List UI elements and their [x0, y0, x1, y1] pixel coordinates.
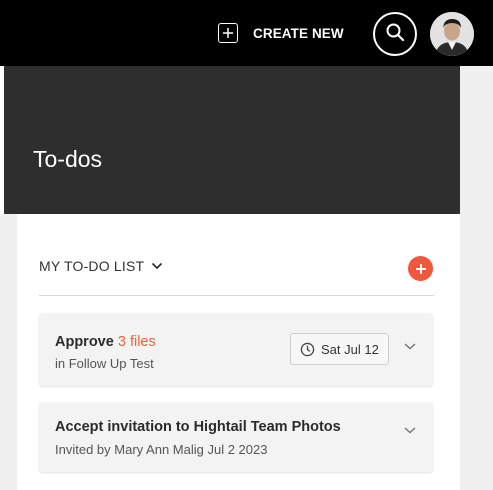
- plus-icon: [218, 23, 238, 43]
- files-link[interactable]: 3 files: [118, 334, 156, 350]
- chevron-down-icon[interactable]: [402, 338, 418, 354]
- chevron-down-icon[interactable]: [402, 422, 418, 438]
- todo-item-subtitle: Invited by Mary Ann Malig Jul 2 2023: [55, 442, 268, 457]
- page-banner: To-dos: [4, 66, 460, 214]
- todo-item[interactable]: Accept invitation to Hightail Team Photo…: [39, 402, 433, 472]
- due-date-button[interactable]: Sat Jul 12: [290, 333, 389, 365]
- todo-item[interactable]: Approve 3 files in Follow Up Test Sat Ju…: [39, 313, 433, 386]
- user-avatar[interactable]: [430, 12, 474, 56]
- top-navigation-bar: CREATE NEW: [0, 0, 493, 66]
- chevron-down-icon: [151, 262, 163, 270]
- page-title: To-dos: [33, 146, 103, 172]
- todo-item-title: Accept invitation to Hightail Team Photo…: [55, 419, 341, 435]
- divider: [39, 295, 434, 296]
- background-gutter-left: [0, 214, 17, 490]
- search-button[interactable]: [373, 12, 417, 56]
- background-gutter-right: [460, 66, 493, 490]
- todo-item-subtitle: in Follow Up Test: [55, 356, 154, 371]
- todo-list-dropdown[interactable]: MY TO-DO LIST: [39, 258, 163, 274]
- todo-list-title: MY TO-DO LIST: [39, 258, 145, 274]
- search-icon: [385, 22, 405, 47]
- due-date-text: Sat Jul 12: [321, 341, 379, 357]
- create-new-button[interactable]: CREATE NEW: [218, 21, 344, 45]
- create-new-label: CREATE NEW: [253, 25, 344, 41]
- todo-item-title: Approve 3 files: [55, 334, 156, 350]
- todo-panel: MY TO-DO LIST Approve 3 files in Follow …: [17, 214, 460, 490]
- clock-icon: [300, 342, 315, 357]
- todo-item-action: Approve: [55, 334, 114, 350]
- add-todo-button[interactable]: [408, 256, 433, 281]
- plus-icon: [415, 263, 427, 275]
